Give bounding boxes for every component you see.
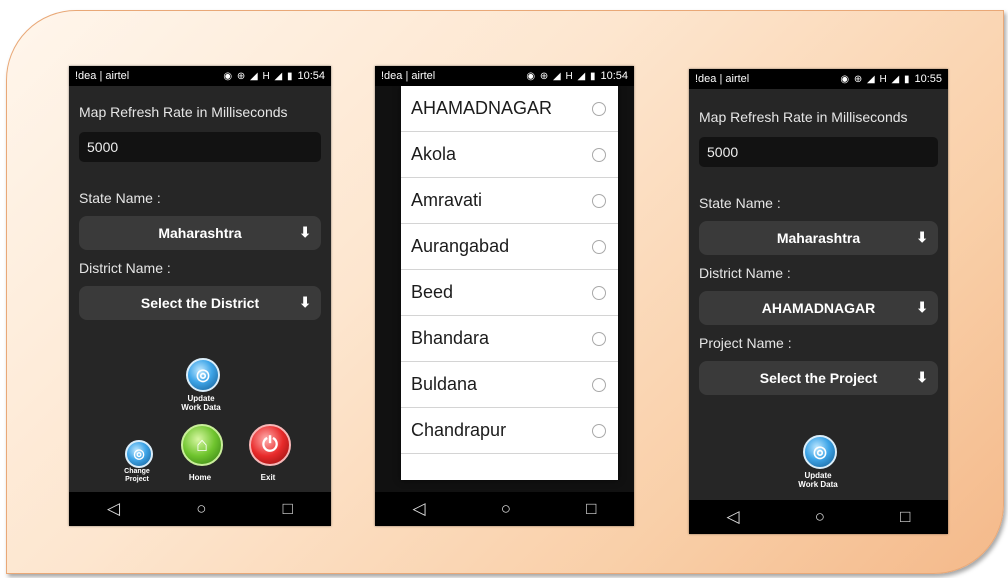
arrow-down-icon: ⬇ bbox=[916, 299, 928, 315]
home-nav-icon[interactable]: ○ bbox=[196, 499, 206, 519]
radio-button[interactable] bbox=[592, 331, 606, 346]
list-item[interactable]: Bhandara bbox=[401, 316, 618, 362]
back-icon[interactable]: ◁ bbox=[413, 499, 426, 519]
state-dropdown-value: Maharashtra bbox=[158, 225, 242, 241]
list-item[interactable]: AHAMADNAGAR bbox=[401, 86, 618, 132]
refresh-rate-input[interactable]: 5000 bbox=[79, 132, 321, 162]
project-dropdown[interactable]: Select the Project ⬇ bbox=[699, 361, 938, 395]
arrow-down-icon: ⬇ bbox=[916, 369, 928, 385]
clock-text: 10:54 bbox=[297, 70, 325, 82]
list-item[interactable]: Chandrapur bbox=[401, 408, 618, 454]
change-project-button[interactable]: ◎ bbox=[125, 440, 153, 468]
list-item[interactable]: Buldana bbox=[401, 362, 618, 408]
radio-button[interactable] bbox=[592, 193, 606, 208]
status-icons: ◉ ⊕ ◢ H ◢ ▮ bbox=[840, 73, 911, 85]
refresh-rate-input[interactable]: 5000 bbox=[699, 137, 938, 167]
status-icons: ◉ ⊕ ◢ H ◢ ▮ bbox=[526, 70, 597, 82]
radio-button[interactable] bbox=[592, 377, 606, 392]
district-option-label: Buldana bbox=[411, 374, 478, 394]
radio-button[interactable] bbox=[592, 101, 606, 116]
status-bar: !dea | airtel ◉ ⊕ ◢ H ◢ ▮ 10:55 bbox=[689, 69, 948, 89]
swirl-icon: ◎ bbox=[813, 444, 827, 461]
swirl-icon: ◎ bbox=[133, 446, 145, 461]
list-item[interactable]: Aurangabad bbox=[401, 224, 618, 270]
status-bar: !dea | airtel ◉ ⊕ ◢ H ◢ ▮ 10:54 bbox=[69, 66, 331, 86]
radio-button[interactable] bbox=[592, 147, 606, 162]
back-icon[interactable]: ◁ bbox=[727, 507, 740, 527]
update-work-data-label: Update Work Data bbox=[798, 471, 838, 489]
district-dropdown[interactable]: AHAMADNAGAR ⬇ bbox=[699, 291, 938, 325]
district-name-label: District Name : bbox=[79, 260, 171, 276]
district-dropdown-value: AHAMADNAGAR bbox=[761, 300, 876, 316]
back-icon[interactable]: ◁ bbox=[107, 499, 120, 519]
district-option-label: Bhandara bbox=[411, 328, 490, 348]
arrow-down-icon: ⬇ bbox=[916, 229, 928, 245]
district-dropdown-value: Select the District bbox=[140, 295, 260, 311]
clock-text: 10:54 bbox=[600, 70, 628, 82]
android-nav-bar: ◁ ○ □ bbox=[375, 492, 634, 526]
list-item[interactable]: Amravati bbox=[401, 178, 618, 224]
recent-apps-icon[interactable]: □ bbox=[586, 499, 596, 519]
district-option-label: Chandrapur bbox=[411, 420, 507, 440]
home-nav-icon[interactable]: ○ bbox=[815, 507, 825, 527]
exit-label: Exit bbox=[260, 473, 276, 482]
home-label: Home bbox=[188, 473, 212, 482]
house-icon: ⌂ bbox=[195, 433, 209, 456]
district-option-label: AHAMADNAGAR bbox=[411, 98, 553, 118]
state-dropdown[interactable]: Maharashtra ⬇ bbox=[79, 216, 321, 250]
state-name-label: State Name : bbox=[699, 195, 781, 211]
clock-text: 10:55 bbox=[914, 73, 942, 85]
district-dropdown[interactable]: Select the District ⬇ bbox=[79, 286, 321, 320]
phone-screen-1: !dea | airtel ◉ ⊕ ◢ H ◢ ▮ 10:54 Map Refr… bbox=[69, 66, 331, 526]
phone-screen-2: !dea | airtel ◉ ⊕ ◢ H ◢ ▮ 10:54 AHAMADNA… bbox=[375, 66, 634, 526]
orange-frame: !dea | airtel ◉ ⊕ ◢ H ◢ ▮ 10:54 Map Refr… bbox=[6, 10, 1004, 574]
phone-screen-3: !dea | airtel ◉ ⊕ ◢ H ◢ ▮ 10:55 Map Refr… bbox=[689, 69, 948, 534]
refresh-rate-label: Map Refresh Rate in Milliseconds bbox=[79, 104, 288, 120]
recent-apps-icon[interactable]: □ bbox=[900, 507, 910, 527]
state-dropdown-value: Maharashtra bbox=[776, 230, 861, 246]
district-option-label: Akola bbox=[411, 144, 457, 164]
carrier-text: !dea | airtel bbox=[75, 70, 130, 82]
swirl-icon: ◎ bbox=[196, 367, 210, 384]
district-name-label: District Name : bbox=[699, 265, 791, 281]
carrier-text: !dea | airtel bbox=[695, 73, 750, 85]
list-item[interactable]: Beed bbox=[401, 270, 618, 316]
district-option-label: Amravati bbox=[411, 190, 483, 210]
android-nav-bar: ◁ ○ □ bbox=[69, 492, 331, 526]
exit-button[interactable]: ⏻ bbox=[249, 424, 291, 466]
project-dropdown-value: Select the Project bbox=[759, 370, 878, 386]
radio-button[interactable] bbox=[592, 423, 606, 438]
arrow-down-icon: ⬇ bbox=[299, 294, 311, 310]
update-work-data-label: Update Work Data bbox=[181, 394, 221, 412]
update-work-data-button[interactable]: ◎ bbox=[803, 435, 837, 469]
update-work-data-button[interactable]: ◎ bbox=[186, 358, 220, 392]
home-button[interactable]: ⌂ bbox=[181, 424, 223, 466]
district-list-dialog: AHAMADNAGAR Akola Amravati Aurangabad Be… bbox=[401, 86, 618, 480]
carrier-text: !dea | airtel bbox=[381, 70, 436, 82]
recent-apps-icon[interactable]: □ bbox=[283, 499, 293, 519]
list-item[interactable]: Akola bbox=[401, 132, 618, 178]
home-nav-icon[interactable]: ○ bbox=[501, 499, 511, 519]
arrow-down-icon: ⬇ bbox=[299, 224, 311, 240]
radio-button[interactable] bbox=[592, 239, 606, 254]
status-icons: ◉ ⊕ ◢ H ◢ ▮ bbox=[223, 70, 294, 82]
refresh-rate-label: Map Refresh Rate in Milliseconds bbox=[699, 109, 908, 125]
radio-button[interactable] bbox=[592, 285, 606, 300]
project-name-label: Project Name : bbox=[699, 335, 792, 351]
state-name-label: State Name : bbox=[79, 190, 161, 206]
power-icon: ⏻ bbox=[262, 433, 278, 456]
district-option-label: Aurangabad bbox=[411, 236, 510, 256]
change-project-label: Change Project bbox=[124, 468, 150, 483]
android-nav-bar: ◁ ○ □ bbox=[689, 500, 948, 534]
state-dropdown[interactable]: Maharashtra ⬇ bbox=[699, 221, 938, 255]
district-option-label: Beed bbox=[411, 282, 454, 302]
status-bar: !dea | airtel ◉ ⊕ ◢ H ◢ ▮ 10:54 bbox=[375, 66, 634, 86]
